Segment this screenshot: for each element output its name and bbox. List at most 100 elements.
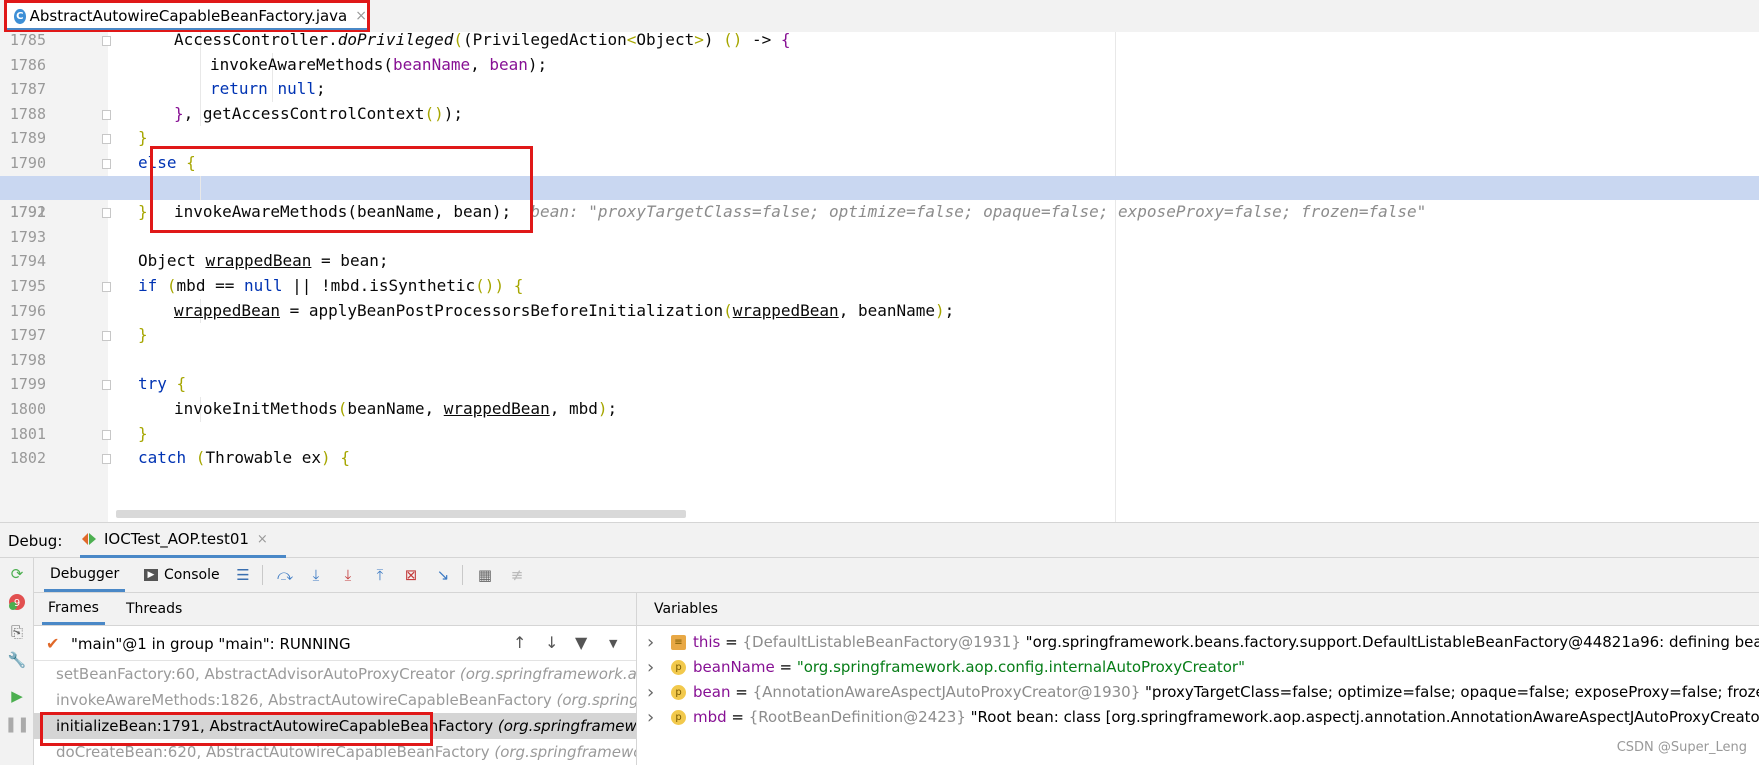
- code-line[interactable]: 1794 Object wrappedBean = bean;: [0, 249, 1759, 274]
- code-line[interactable]: 1797}: [0, 323, 1759, 348]
- breakpoints-badge-icon[interactable]: 9: [7, 592, 27, 612]
- debug-session-name: IOCTest_AOP.test01: [104, 530, 249, 548]
- code-line[interactable]: 1799 try {: [0, 372, 1759, 397]
- debug-session-tab[interactable]: IOCTest_AOP.test01 ×: [80, 523, 286, 558]
- line-number[interactable]: 1793: [0, 225, 46, 250]
- line-number[interactable]: 1787: [0, 77, 46, 102]
- code-line[interactable]: 1790 else {: [0, 151, 1759, 176]
- code-line[interactable]: 1791 invokeAwareMethods(beanName, bean); …: [0, 175, 1759, 221]
- evaluate-expression-icon[interactable]: ▦: [476, 566, 494, 584]
- code-line[interactable]: 1795 if (mbd == null || !mbd.isSynthetic(…: [0, 274, 1759, 299]
- arrow-down-icon[interactable]: ↓: [545, 633, 558, 652]
- code-token: wrappedBean: [174, 300, 280, 320]
- step-into-icon[interactable]: ⤓: [307, 566, 325, 584]
- rerun-icon[interactable]: ⟳: [7, 564, 27, 584]
- line-number[interactable]: 1799: [0, 372, 46, 397]
- expand-chevron-icon[interactable]: ›: [647, 680, 654, 705]
- variable-value: "org.springframework.beans.factory.suppo…: [1025, 633, 1759, 651]
- fold-marker-icon[interactable]: [102, 380, 111, 391]
- code-line[interactable]: 1801}: [0, 422, 1759, 447]
- variable-row[interactable]: › p bean = {AnnotationAwareAspectJAutoProx…: [637, 680, 1759, 705]
- frame-item[interactable]: invokeAwareMethods:1826, AbstractAutowir…: [34, 687, 636, 713]
- variable-text: this = {DefaultListableBeanFactory@1931}…: [693, 630, 1759, 655]
- wrench-icon[interactable]: 🔧: [7, 650, 27, 670]
- variable-value: "proxyTargetClass=false; optimize=false;…: [1145, 683, 1759, 701]
- line-number[interactable]: 1797: [0, 323, 46, 348]
- line-number[interactable]: 1790: [0, 151, 46, 176]
- fold-marker-icon[interactable]: [102, 331, 111, 342]
- restore-layout-icon[interactable]: ⎘: [7, 622, 27, 642]
- fold-marker-icon[interactable]: [102, 208, 111, 219]
- step-out-icon[interactable]: ⤒: [371, 566, 389, 584]
- code-line[interactable]: 1792}: [0, 200, 1759, 225]
- expand-chevron-icon[interactable]: ›: [647, 630, 654, 655]
- code-line[interactable]: 1800 invokeInitMethods(beanName, wrappedB…: [0, 397, 1759, 422]
- frame-item[interactable]: doCreateBean:620, AbstractAutowireCapabl…: [34, 739, 636, 765]
- line-number[interactable]: 1795: [0, 274, 46, 299]
- code-line[interactable]: 1788 }, getAccessControlContext());: [0, 101, 1759, 127]
- code-line[interactable]: 1798: [0, 348, 1759, 373]
- editor-tab-abstract-autowire[interactable]: C AbstractAutowireCapableBeanFactory.jav…: [4, 0, 370, 32]
- expand-chevron-icon[interactable]: ›: [647, 705, 654, 730]
- fold-marker-icon[interactable]: [102, 36, 111, 46]
- variable-row[interactable]: › ≡ this = {DefaultListableBeanFactory@193…: [637, 630, 1759, 655]
- code-line[interactable]: 1787 return null;: [0, 77, 1759, 102]
- frame-item[interactable]: initializeBean:1791, AbstractAutowireCap…: [34, 713, 636, 739]
- line-number[interactable]: 1785: [0, 32, 46, 53]
- fold-marker-icon[interactable]: [102, 159, 111, 169]
- pause-icon[interactable]: ❚❚: [4, 714, 29, 734]
- expand-chevron-icon[interactable]: ›: [647, 655, 654, 680]
- fold-marker-icon[interactable]: [102, 109, 111, 120]
- variable-equals: =: [774, 658, 797, 676]
- fold-marker-icon[interactable]: [102, 134, 111, 145]
- code-token: (): [424, 103, 444, 123]
- variable-row[interactable]: › p mbd = {RootBeanDefinition@2423} "Root …: [637, 705, 1759, 730]
- step-over-icon[interactable]: ⤼: [276, 566, 294, 584]
- close-icon[interactable]: ×: [257, 532, 268, 547]
- tab-frames[interactable]: Frames: [42, 593, 105, 625]
- fold-marker-icon[interactable]: [102, 282, 111, 292]
- code-token: Object: [138, 251, 206, 271]
- chevron-down-icon[interactable]: ▼: [609, 637, 617, 650]
- filter-icon[interactable]: ▼: [575, 633, 587, 652]
- code-line[interactable]: 1789}: [0, 126, 1759, 151]
- line-number[interactable]: 1789: [0, 126, 46, 151]
- fold-marker-icon[interactable]: [102, 454, 111, 465]
- code-token: {: [340, 448, 350, 468]
- line-number[interactable]: 1792: [0, 200, 46, 225]
- code-token: );: [527, 54, 548, 74]
- show-execution-point-icon[interactable]: ☰: [234, 566, 252, 584]
- run-to-cursor-icon[interactable]: ↘: [434, 566, 452, 584]
- frame-method: doCreateBean:620, AbstractAutowireCapabl…: [56, 743, 495, 761]
- horizontal-scrollbar[interactable]: [116, 510, 686, 518]
- code-token: (): [475, 276, 495, 295]
- code-editor[interactable]: 1785 AccessController.doPrivileged((Privi…: [0, 32, 1759, 522]
- frame-item[interactable]: setBeanFactory:60, AbstractAdvisorAutoPr…: [34, 661, 636, 687]
- code-line[interactable]: 1802 catch (Throwable ex) {: [0, 446, 1759, 471]
- line-number[interactable]: 1786: [0, 53, 46, 78]
- line-number[interactable]: 1801: [0, 422, 46, 447]
- code-line[interactable]: 1793: [0, 225, 1759, 250]
- tab-debugger[interactable]: Debugger: [44, 558, 126, 592]
- tab-threads[interactable]: Threads: [126, 593, 182, 625]
- line-number[interactable]: 1802: [0, 446, 46, 471]
- line-number[interactable]: 1788: [0, 102, 46, 127]
- line-number[interactable]: 1798: [0, 348, 46, 373]
- trace-stream-icon[interactable]: ≢: [508, 566, 526, 584]
- arrow-up-icon[interactable]: ↑: [513, 633, 526, 652]
- line-number[interactable]: 1796: [0, 299, 46, 324]
- code-line[interactable]: 1786 invokeAwareMethods(beanName, bean);: [0, 52, 1759, 78]
- line-number[interactable]: 1800: [0, 397, 46, 422]
- variable-row[interactable]: › p beanName = "org.springframework.aop.co…: [637, 655, 1759, 680]
- tab-console[interactable]: ▶ Console: [144, 558, 220, 592]
- drop-frame-icon[interactable]: ⊠: [402, 566, 420, 584]
- code-line[interactable]: 1785 AccessController.doPrivileged((Privi…: [0, 32, 1759, 53]
- force-step-into-icon[interactable]: ⤓: [339, 566, 357, 584]
- code-line[interactable]: 1796 wrappedBean = applyBeanPostProcessor…: [0, 298, 1759, 324]
- resume-icon[interactable]: ▶: [7, 686, 27, 706]
- fold-marker-icon[interactable]: [102, 429, 111, 440]
- thread-selector[interactable]: ✔ "main"@1 in group "main": RUNNING ↑ ↓ …: [34, 626, 636, 661]
- close-icon[interactable]: ×: [355, 8, 367, 24]
- line-number[interactable]: 1794: [0, 249, 46, 274]
- code-text: }, getAccessControlContext());: [174, 102, 463, 127]
